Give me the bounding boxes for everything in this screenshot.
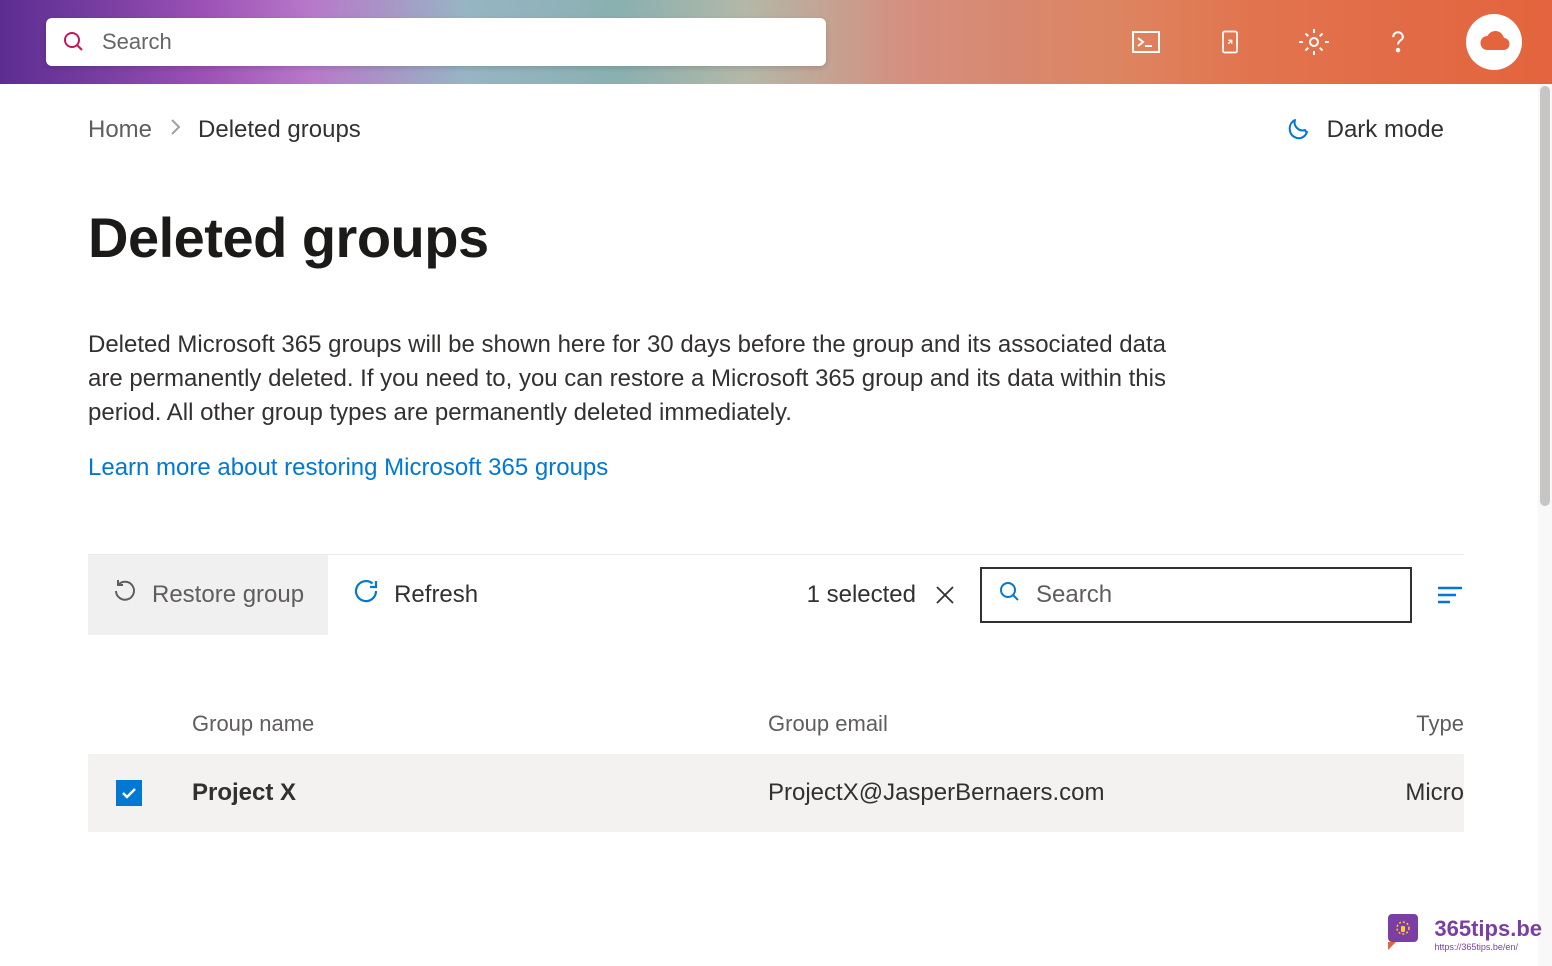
- chevron-right-icon: [168, 116, 182, 144]
- row-group-email: ProjectX@JasperBernaers.com: [768, 779, 1338, 807]
- toolbar: Restore group Refresh 1 selected: [88, 554, 1464, 634]
- dark-mode-label: Dark mode: [1327, 116, 1444, 144]
- breadcrumb: Home Deleted groups: [88, 116, 361, 144]
- watermark-subtext: https://365tips.be/en/: [1434, 942, 1542, 952]
- table-header: Group name Group email Type: [88, 694, 1464, 754]
- refresh-button[interactable]: Refresh: [328, 555, 502, 635]
- user-avatar[interactable]: [1466, 14, 1522, 70]
- column-header-name[interactable]: Group name: [192, 711, 768, 737]
- dark-mode-toggle[interactable]: Dark mode: [1285, 112, 1444, 147]
- breadcrumb-home[interactable]: Home: [88, 116, 152, 144]
- global-search-box[interactable]: [46, 18, 826, 66]
- row-checkbox[interactable]: [116, 780, 142, 806]
- restore-icon: [112, 578, 138, 611]
- groups-table: Group name Group email Type Project X Pr…: [88, 694, 1464, 832]
- breadcrumb-row: Home Deleted groups Dark mode: [88, 112, 1464, 147]
- global-search-input[interactable]: [102, 29, 810, 55]
- toolbar-search-box[interactable]: [980, 567, 1412, 623]
- checkmark-icon: [120, 784, 138, 802]
- close-icon: [934, 584, 956, 606]
- top-header: [0, 0, 1552, 84]
- toolbar-search-input[interactable]: [1036, 581, 1394, 609]
- learn-more-link[interactable]: Learn more about restoring Microsoft 365…: [88, 454, 608, 482]
- search-icon: [998, 580, 1022, 609]
- row-group-name: Project X: [192, 779, 768, 807]
- page-title: Deleted groups: [88, 205, 1464, 270]
- header-icons: [1130, 14, 1552, 70]
- mobile-icon[interactable]: [1214, 26, 1246, 58]
- moon-icon: [1285, 112, 1313, 147]
- watermark-icon: [1382, 912, 1426, 956]
- search-icon: [62, 30, 86, 54]
- clear-selection-button[interactable]: [934, 584, 956, 606]
- column-header-type[interactable]: Type: [1338, 711, 1464, 737]
- help-icon[interactable]: [1382, 26, 1414, 58]
- cloud-logo-icon: [1474, 30, 1514, 54]
- watermark-text: 365tips.be: [1434, 916, 1542, 942]
- settings-icon[interactable]: [1298, 26, 1330, 58]
- column-header-email[interactable]: Group email: [768, 711, 1338, 737]
- main-content: Home Deleted groups Dark mode Deleted gr…: [0, 84, 1552, 832]
- scrollbar-thumb[interactable]: [1540, 86, 1550, 506]
- filter-button[interactable]: [1436, 584, 1464, 606]
- page-description: Deleted Microsoft 365 groups will be sho…: [88, 328, 1188, 430]
- row-group-type: Micro: [1338, 779, 1464, 807]
- selection-info: 1 selected: [807, 581, 956, 609]
- breadcrumb-current: Deleted groups: [198, 116, 361, 144]
- scrollbar[interactable]: [1538, 84, 1552, 966]
- cloud-shell-icon[interactable]: [1130, 26, 1162, 58]
- restore-group-button[interactable]: Restore group: [88, 555, 328, 635]
- filter-icon: [1436, 584, 1464, 606]
- refresh-icon: [352, 577, 380, 612]
- watermark: 365tips.be https://365tips.be/en/: [1382, 912, 1542, 956]
- selected-count: 1 selected: [807, 581, 916, 609]
- refresh-label: Refresh: [394, 581, 478, 609]
- table-row[interactable]: Project X ProjectX@JasperBernaers.com Mi…: [88, 754, 1464, 832]
- restore-label: Restore group: [152, 581, 304, 609]
